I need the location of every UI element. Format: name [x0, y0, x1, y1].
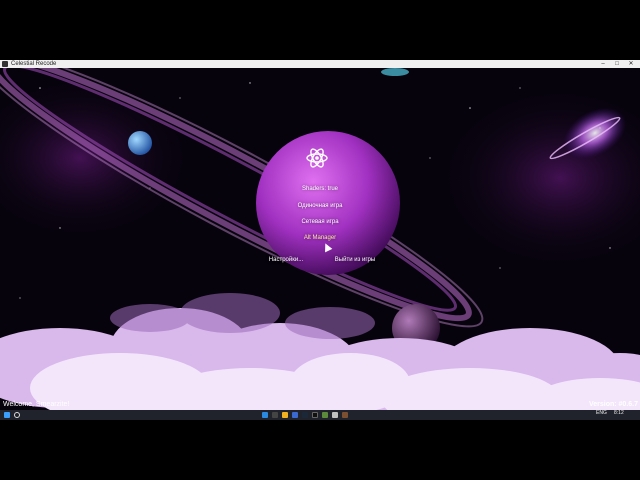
task-view-icon[interactable]: [272, 412, 278, 418]
settings-button[interactable]: Настройки...: [262, 257, 310, 263]
version-text: Version: #0.6.7: [588, 401, 638, 408]
quit-button[interactable]: Выйти из игры: [326, 257, 384, 263]
alt-manager-button[interactable]: Alt Manager: [283, 235, 357, 241]
windows-start-icon[interactable]: [4, 412, 10, 418]
maximize-button[interactable]: □: [610, 60, 624, 68]
window-titlebar: Celestial Recode – □ ✕: [0, 60, 640, 68]
close-button[interactable]: ✕: [624, 60, 638, 68]
minecraft-icon[interactable]: [322, 412, 328, 418]
search-icon[interactable]: [14, 412, 20, 418]
letterbox-top: [0, 0, 640, 60]
app-icon[interactable]: [342, 412, 348, 418]
multiplayer-button[interactable]: Сетевая игра: [283, 219, 357, 225]
singleplayer-button[interactable]: Одиночная игра: [283, 203, 357, 209]
shaders-toggle-button[interactable]: Shaders: true: [283, 186, 357, 192]
welcome-text: Welcome, Smearzite!: [3, 401, 70, 408]
steam-icon[interactable]: [302, 412, 308, 418]
clock[interactable]: 8:12: [614, 410, 624, 416]
atom-logo-icon: [306, 148, 328, 168]
windows-taskbar: ENG 8:12: [0, 410, 640, 420]
app-icon[interactable]: [332, 412, 338, 418]
window-title: Celestial Recode: [11, 61, 57, 67]
minimize-button[interactable]: –: [596, 60, 610, 68]
letterbox-bottom: [0, 420, 640, 480]
store-icon[interactable]: [292, 412, 298, 418]
app-icon: [2, 61, 8, 67]
file-explorer-icon[interactable]: [282, 412, 288, 418]
windows-start-icon[interactable]: [262, 412, 268, 418]
terminal-icon[interactable]: [312, 412, 318, 418]
language-indicator[interactable]: ENG: [596, 410, 607, 416]
